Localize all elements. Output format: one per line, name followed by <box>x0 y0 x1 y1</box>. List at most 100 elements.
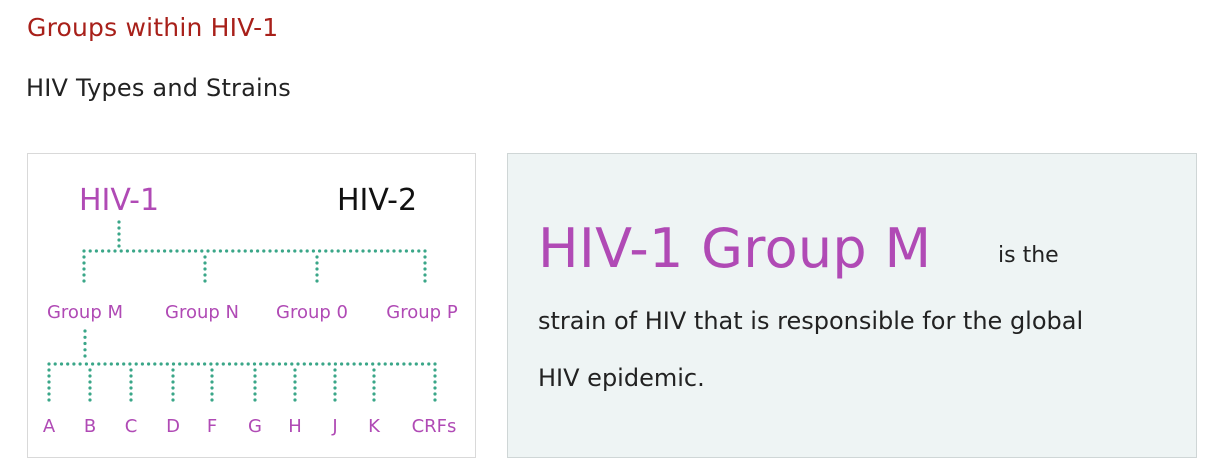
strain-title: HIV-1 Group M <box>538 217 932 280</box>
connector-dot <box>83 329 87 333</box>
connector-dot <box>280 249 284 253</box>
connector-dot <box>156 249 160 253</box>
connector-dot <box>178 362 182 366</box>
connector-dot <box>47 386 51 390</box>
subtype-label: G <box>248 416 262 437</box>
connector-dot <box>252 362 257 366</box>
connector-dot <box>253 398 257 402</box>
connector-dot <box>101 249 105 253</box>
info-panel: HIV-1 Group M is the strain of HIV that … <box>507 153 1197 458</box>
connector-dot <box>372 374 376 378</box>
subtype-label: K <box>368 416 381 437</box>
connector-dot <box>330 249 334 253</box>
connector-dot <box>47 380 51 384</box>
connector-dot <box>414 362 418 366</box>
connector-dot <box>293 398 297 402</box>
connector-dot <box>210 380 214 384</box>
connector-dot <box>47 374 51 378</box>
connector-dot <box>355 249 359 253</box>
connector-dot <box>253 392 257 396</box>
connector-dot <box>433 374 437 378</box>
inline-text: is the <box>998 243 1059 268</box>
connector-dot <box>187 249 191 253</box>
connector-dot <box>72 362 76 366</box>
connector-dot <box>88 368 92 372</box>
connector-dot <box>59 362 64 366</box>
connector-dot <box>128 362 132 366</box>
type-label-hiv-2: HIV-2 <box>337 183 417 218</box>
connector-dot <box>171 392 175 396</box>
connector-dot <box>290 362 294 366</box>
connector-dot <box>392 249 396 253</box>
connector-dot <box>274 249 278 253</box>
connector-dot <box>311 249 315 253</box>
connector-dot <box>171 368 175 372</box>
connector-dot <box>308 362 313 366</box>
connector-dot <box>171 380 175 384</box>
connector-dot <box>398 249 402 253</box>
connector-dot <box>175 249 179 253</box>
connector-dot <box>433 386 437 390</box>
connector-dot <box>305 249 309 253</box>
connector-dot <box>134 362 138 366</box>
connector-dot <box>203 255 207 259</box>
connector-dot <box>47 392 51 396</box>
connector-dot <box>169 249 173 253</box>
connector-dot <box>315 255 319 259</box>
connector-dot <box>82 255 86 259</box>
connector-dot <box>82 261 86 265</box>
subheading: HIV Types and Strains <box>26 74 292 102</box>
connector-dot <box>271 362 275 366</box>
connector-dot <box>181 249 185 253</box>
connector-dot <box>117 220 121 224</box>
type-label-hiv-1: HIV-1 <box>79 183 159 218</box>
connector-dot <box>153 362 157 366</box>
connector-dot <box>333 380 337 384</box>
connector-dot <box>196 362 200 366</box>
connector-dot <box>88 374 92 378</box>
connector-dot <box>83 354 87 358</box>
connector-dot <box>293 249 297 253</box>
connector-dot <box>396 362 400 366</box>
connector-dot <box>333 398 337 402</box>
connector-dot <box>171 386 175 390</box>
connector-dot <box>372 386 376 390</box>
connector-dot <box>144 249 148 253</box>
connector-dot <box>402 362 406 366</box>
connector-dot <box>433 380 437 384</box>
connector-dot <box>171 374 175 378</box>
connector-dot <box>117 238 121 242</box>
connector-dot <box>129 374 133 378</box>
connector-dot <box>315 273 319 277</box>
connector-dot <box>47 398 51 402</box>
connector-dot <box>433 392 437 396</box>
connector-dot <box>287 249 291 253</box>
connector-dot <box>433 362 437 366</box>
connector-dot <box>423 249 427 253</box>
connector-dot <box>253 374 257 378</box>
connector-dot <box>293 386 297 390</box>
connector-dot <box>82 267 86 271</box>
description-line-1: strain of HIV that is responsible for th… <box>538 307 1084 335</box>
connector-dot <box>352 362 356 366</box>
connector-dot <box>163 249 167 253</box>
connector-dot <box>132 249 136 253</box>
connector-dot <box>246 362 250 366</box>
connector-dot <box>262 249 266 253</box>
group-label: Group N <box>165 302 239 323</box>
group-label: Group 0 <box>276 302 348 323</box>
connector-dot <box>171 398 175 402</box>
connector-dot <box>117 232 121 236</box>
connector-dot <box>203 279 207 283</box>
connector-dot <box>333 386 337 390</box>
connector-dot <box>358 362 362 366</box>
connector-dot <box>383 362 387 366</box>
connector-dot <box>284 362 288 366</box>
connector-dot <box>210 368 214 372</box>
connector-dot <box>349 249 353 253</box>
connector-dot <box>227 362 232 366</box>
connector-dot <box>373 249 377 253</box>
connector-dot <box>253 386 257 390</box>
connector-dot <box>417 249 421 253</box>
connector-dot <box>88 386 92 390</box>
